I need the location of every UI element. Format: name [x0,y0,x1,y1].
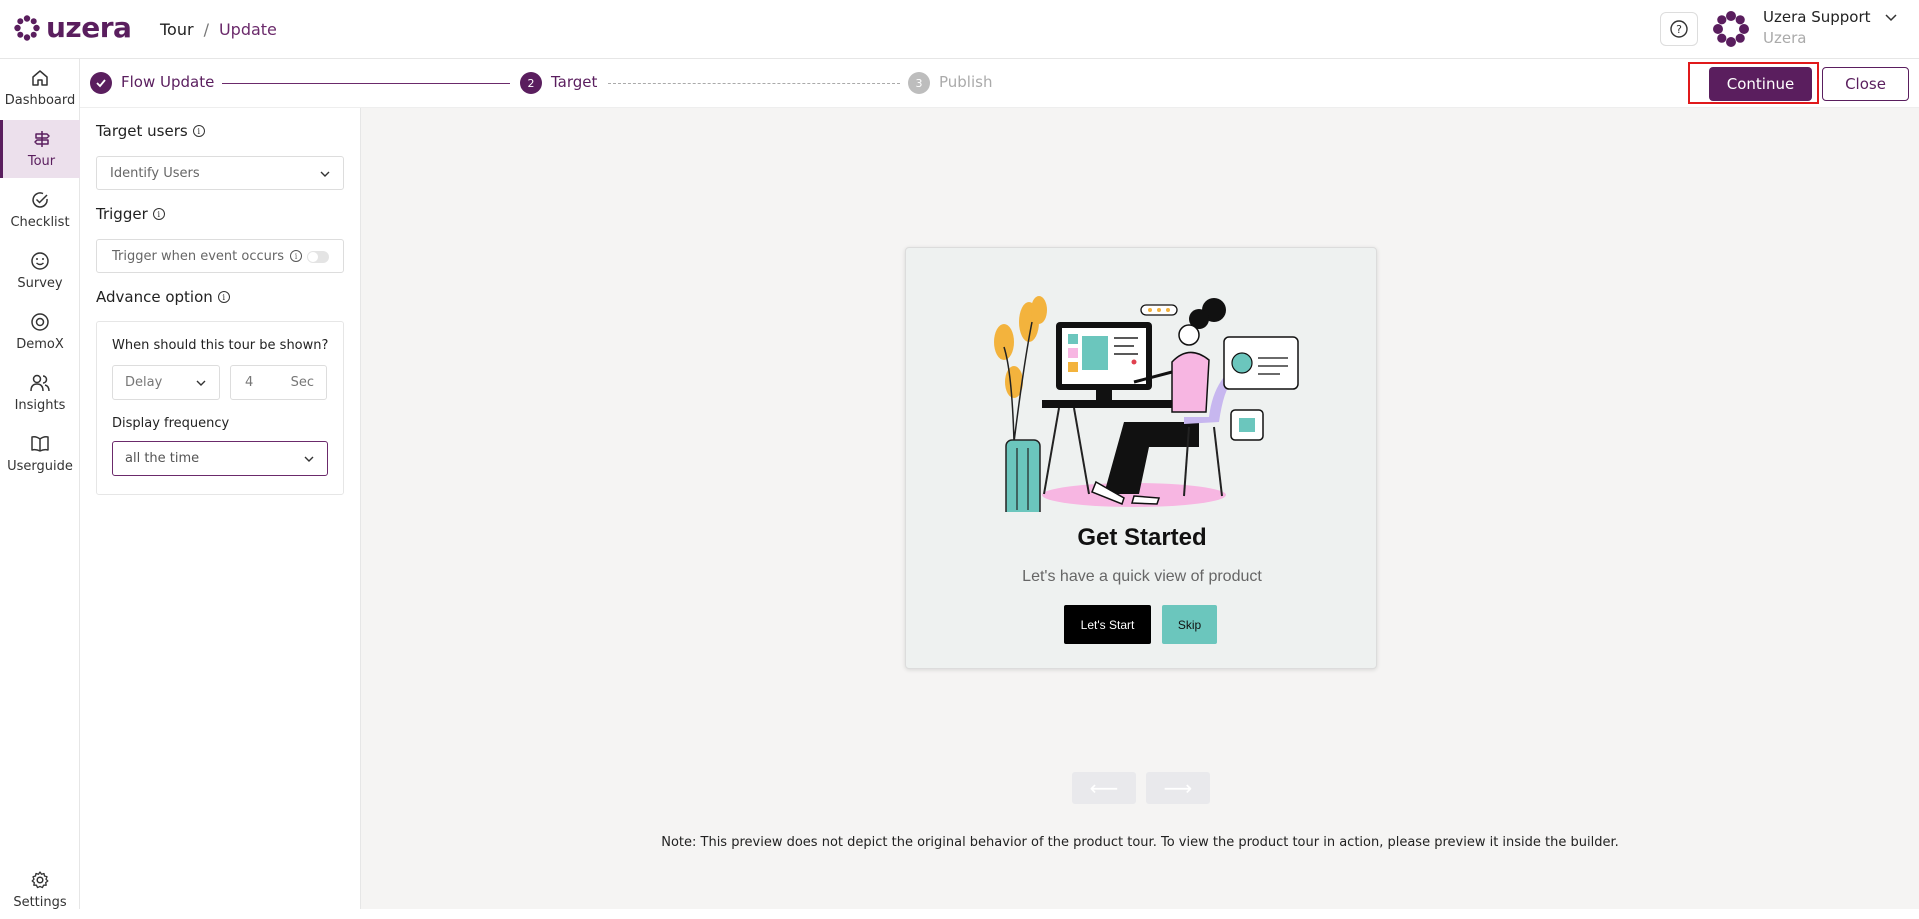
continue-button[interactable]: Continue [1709,67,1812,101]
user-org: Uzera [1763,29,1807,47]
check-icon [96,79,106,88]
sidebar: Dashboard Tour Checklist Survey DemoX In… [0,59,80,910]
info-icon[interactable]: i [217,291,230,303]
check-circle-icon [32,192,48,208]
info-icon[interactable]: i [192,125,205,137]
select-value: Identify Users [110,165,200,181]
sidebar-item-label: DemoX [16,337,64,352]
chevron-down-icon[interactable] [1884,10,1898,24]
step-done-indicator [90,72,112,94]
prev-arrow-button[interactable]: ⟵ [1072,772,1136,804]
preview-subtitle: Let's have a quick view of product [1022,568,1262,585]
preview-title: Get Started [1077,524,1207,551]
target-users-select[interactable]: Identify Users [96,156,344,190]
step-label-target[interactable]: Target [551,73,597,91]
sidebar-item-label: Insights [14,398,66,413]
tour-preview-card: Get Started Let's have a quick view of p… [905,247,1377,669]
chevron-down-icon [320,171,330,177]
sidebar-item-checklist[interactable]: Checklist [0,181,80,239]
sidebar-item-userguide[interactable]: Userguide [0,425,80,483]
svg-text:?: ? [1676,23,1682,36]
illustration-person-at-computer [994,296,1299,512]
home-icon [32,70,48,86]
trigger-label: Trigger when event occurs [112,248,284,264]
section-title: Target users [96,122,188,140]
target-icon [31,313,49,331]
arrow-left-icon: ⟵ [1089,776,1119,800]
sidebar-item-label: Survey [17,276,63,291]
display-frequency-select[interactable]: all the time [112,441,328,476]
section-title: Advance option [96,288,213,306]
sidebar-item-demox[interactable]: DemoX [0,303,80,361]
chevron-down-icon [304,456,314,462]
gear-icon [31,871,49,889]
trigger-heading: Trigger i [96,205,165,223]
top-bar: uzera Tour / Update ? Uzera Support Uzer… [0,0,1919,59]
sidebar-item-label: Dashboard [4,93,76,108]
stepper: Flow Update 2 Target 3 Publish [80,59,1919,108]
select-value: all the time [125,451,200,466]
lets-start-button[interactable]: Let's Start [1064,605,1151,644]
select-value: Delay [125,375,163,390]
step-connector [222,83,510,84]
step-number-2: 2 [520,72,542,94]
help-button[interactable]: ? [1660,12,1698,46]
advance-option-box: When should this tour be shown? Delay 4 … [96,321,344,495]
sidebar-item-label: Settings [13,895,67,910]
preview-area: Get Started Let's have a quick view of p… [361,108,1919,909]
uzera-logo-icon [14,15,40,41]
skip-button[interactable]: Skip [1162,605,1217,644]
chevron-down-icon [196,380,206,386]
info-icon[interactable]: i [152,208,165,220]
delay-unit: Sec [290,375,314,390]
delay-number: 4 [245,375,254,390]
advance-option-heading: Advance option i [96,288,230,306]
step-connector [608,83,900,84]
trigger-toggle[interactable] [307,251,329,263]
arrow-right-icon: ⟶ [1163,776,1193,800]
breadcrumb-current: Update [218,20,277,39]
breadcrumb-separator: / [203,20,209,39]
step-label-flow-update[interactable]: Flow Update [121,73,214,91]
trigger-row: Trigger when event occurs i [96,239,344,273]
when-shown-label: When should this tour be shown? [112,338,329,353]
settings-panel: Target users i Identify Users Trigger i … [80,108,361,909]
target-users-heading: Target users i [96,122,205,140]
section-title: Trigger [96,205,148,223]
step-label-publish[interactable]: Publish [939,73,992,91]
display-frequency-label: Display frequency [112,416,230,431]
breadcrumb-root[interactable]: Tour [160,20,194,39]
sidebar-item-label: Checklist [10,215,70,230]
delay-select[interactable]: Delay [112,365,220,400]
avatar[interactable] [1713,11,1749,47]
book-icon [31,436,49,452]
sidebar-item-survey[interactable]: Survey [0,242,80,300]
sidebar-item-insights[interactable]: Insights [0,364,80,422]
info-icon[interactable]: i [289,250,302,262]
sidebar-item-tour[interactable]: Tour [0,120,80,178]
breadcrumb: Tour / Update [160,20,277,39]
close-button[interactable]: Close [1822,67,1909,101]
next-arrow-button[interactable]: ⟶ [1146,772,1210,804]
sidebar-item-label: Tour [27,154,56,169]
app-logo[interactable]: uzera [14,11,132,44]
sidebar-item-dashboard[interactable]: Dashboard [0,59,80,117]
help-icon: ? [1670,20,1688,38]
user-name[interactable]: Uzera Support [1763,8,1871,26]
brand-name: uzera [46,11,132,44]
step-number-3: 3 [908,72,930,94]
sidebar-item-label: Userguide [7,459,73,474]
signpost-icon [33,131,50,147]
sidebar-item-settings[interactable]: Settings [0,861,80,919]
preview-note: Note: This preview does not depict the o… [661,835,1619,850]
delay-seconds-input[interactable]: 4 Sec [230,365,327,400]
smiley-icon [31,252,49,270]
users-icon [30,374,50,392]
